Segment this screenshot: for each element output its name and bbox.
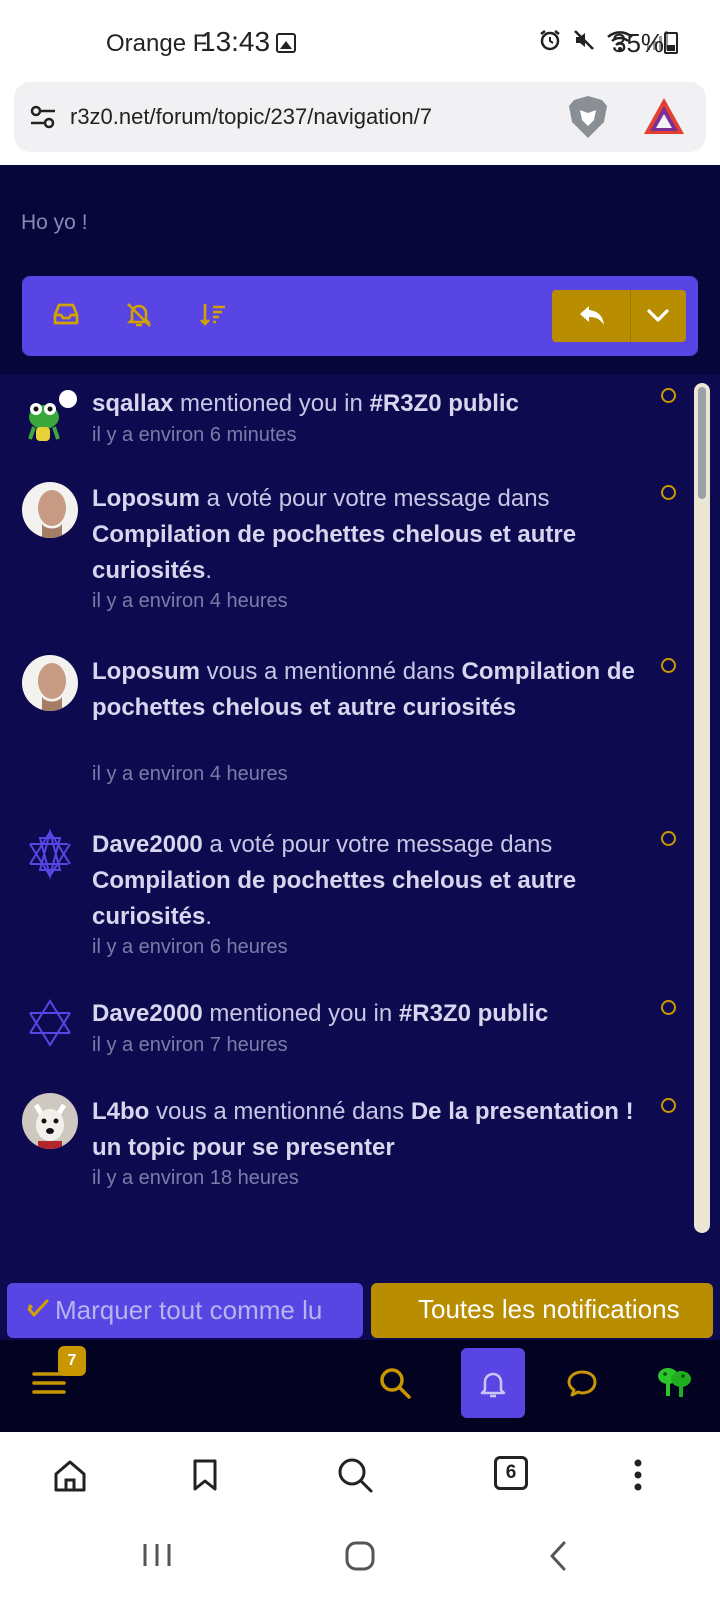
bald-man-avatar [22, 655, 78, 711]
notification-time: il y a environ 4 heures [92, 763, 288, 785]
notification-suffix: . [205, 557, 213, 584]
mark-read-toggle[interactable] [661, 1098, 676, 1113]
home-icon[interactable] [52, 1458, 88, 1492]
notification-user[interactable]: Dave2000 [92, 1000, 203, 1027]
notification-action: vous a mentionné dans [149, 1098, 411, 1125]
notification-text[interactable]: Loposum a voté pour votre message dans C… [92, 481, 652, 589]
url-text[interactable]: r3z0.net/forum/topic/237/navigation/7 [70, 104, 432, 130]
scrollbar[interactable] [694, 383, 710, 1233]
notification-actions: Marquer tout comme lu Toutes les notific… [0, 1275, 720, 1340]
notification-list: sqallax mentioned you in #R3Z0 public il… [0, 375, 720, 1275]
button-divider [630, 290, 631, 342]
image-notification-icon [276, 33, 296, 53]
brave-shields-icon[interactable] [566, 94, 610, 140]
reply-button-group [552, 290, 686, 342]
notification-time: il y a environ 18 heures [92, 1167, 299, 1189]
more-options-icon[interactable] [632, 1458, 644, 1492]
mute-icon [574, 30, 594, 50]
menu-badge: 7 [58, 1346, 86, 1376]
all-notifications-button[interactable]: Toutes les notifications [371, 1283, 713, 1338]
notification-text[interactable]: Dave2000 a voté pour votre message dans … [92, 827, 652, 935]
notification-target[interactable]: #R3Z0 public [370, 390, 519, 417]
notification-time: il y a environ 6 heures [92, 936, 288, 958]
carrier-name: Orange F [106, 30, 208, 57]
search-button[interactable] [378, 1366, 412, 1405]
search-icon[interactable] [336, 1456, 374, 1494]
dog-avatar [22, 1093, 78, 1149]
notification-user[interactable]: Loposum [92, 658, 200, 685]
notification-target[interactable]: Compilation de pochettes chelous et autr… [92, 521, 576, 584]
inbox-icon[interactable] [52, 300, 80, 328]
forum-topic-area: Ho yo ! [0, 165, 720, 375]
search-icon [380, 1368, 411, 1399]
battery-percent: 35% [612, 28, 665, 58]
notification-text[interactable]: Loposum vous a mentionné dans Compilatio… [92, 654, 652, 726]
notification-text[interactable]: sqallax mentioned you in #R3Z0 public [92, 386, 652, 422]
notification-user[interactable]: sqallax [92, 390, 173, 417]
notification-action: a voté pour votre message dans [202, 831, 553, 858]
notification-user[interactable]: Dave2000 [92, 831, 203, 858]
site-settings-icon[interactable] [28, 102, 58, 132]
mark-read-toggle[interactable] [661, 388, 676, 403]
chat-button[interactable] [566, 1368, 598, 1403]
mark-all-read-label: Marquer tout comme lu [55, 1295, 323, 1325]
notification-target[interactable]: Compilation de pochettes chelous et autr… [92, 867, 576, 930]
bald-man-avatar [22, 482, 78, 538]
brave-rewards-icon[interactable] [642, 96, 686, 136]
bell-off-icon[interactable] [124, 300, 154, 330]
mark-read-toggle[interactable] [661, 658, 676, 673]
notification-action: mentioned you in [173, 390, 370, 417]
checkmarks-icon [27, 1299, 49, 1317]
notification-toolbar [22, 276, 698, 356]
sort-icon[interactable] [198, 300, 228, 330]
system-navigation [0, 1518, 720, 1600]
tab-switcher[interactable]: 6 [494, 1456, 528, 1490]
alarm-icon [540, 30, 560, 51]
notification-action: a voté pour votre message dans [200, 485, 550, 512]
recent-apps-icon[interactable] [142, 1542, 172, 1568]
reply-icon[interactable] [578, 304, 606, 328]
mark-read-toggle[interactable] [661, 485, 676, 500]
status-bar: Orange F 13:43 35% [0, 0, 720, 80]
notification-time: il y a environ 4 heures [92, 590, 288, 612]
notification-target[interactable]: #R3Z0 public [399, 1000, 548, 1027]
notification-suffix: . [205, 903, 213, 930]
star-emblem-avatar [29, 828, 71, 880]
notification-time: il y a environ 6 minutes [92, 424, 297, 446]
mark-read-toggle[interactable] [661, 831, 676, 846]
notification-text[interactable]: L4bo vous a mentionné dans De la present… [92, 1094, 652, 1166]
chevron-down-icon[interactable] [646, 307, 670, 325]
notification-user[interactable]: Loposum [92, 485, 200, 512]
mushroom-avatar-icon [658, 1368, 691, 1397]
battery-icon [664, 32, 678, 54]
all-notifications-label: Toutes les notifications [418, 1294, 680, 1324]
scrollbar-thumb[interactable] [698, 387, 706, 499]
notification-text[interactable]: Dave2000 mentioned you in #R3Z0 public [92, 996, 652, 1032]
home-button-icon[interactable] [344, 1540, 376, 1572]
bookmark-icon[interactable] [192, 1458, 218, 1492]
mark-all-read-button[interactable]: Marquer tout comme lu [7, 1283, 363, 1338]
notifications-tab[interactable] [461, 1348, 525, 1418]
status-time: 13:43 [200, 26, 271, 57]
frog-avatar [28, 390, 77, 441]
address-bar[interactable]: r3z0.net/forum/topic/237/navigation/7 [14, 82, 706, 152]
user-avatar-button[interactable] [656, 1364, 692, 1405]
browser-toolbar: 6 [0, 1432, 720, 1518]
back-icon[interactable] [548, 1540, 568, 1572]
bell-icon [480, 1372, 506, 1398]
notification-user[interactable]: L4bo [92, 1098, 149, 1125]
mark-read-toggle[interactable] [661, 1000, 676, 1015]
forum-bottom-nav: 7 [0, 1340, 720, 1432]
notification-action: mentioned you in [202, 1000, 399, 1027]
star-emblem-avatar [29, 999, 71, 1047]
post-snippet: Ho yo ! [21, 211, 88, 234]
chat-bubble-icon [567, 1370, 597, 1397]
notification-time: il y a environ 7 heures [92, 1034, 288, 1056]
notification-action: vous a mentionné dans [200, 658, 462, 685]
